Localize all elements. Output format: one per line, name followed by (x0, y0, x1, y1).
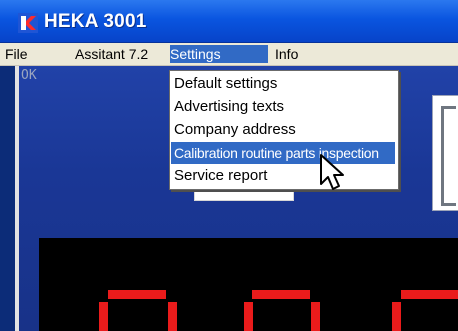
menu-item-company-address[interactable]: Company address (171, 119, 395, 141)
menu-item-calibration-routine[interactable]: Calibration routine parts inspection (171, 142, 395, 164)
menu-assistant[interactable]: Assitant 7.2 (75, 45, 167, 63)
digit-1-left-segment (99, 302, 108, 331)
menu-file[interactable]: File (5, 45, 35, 63)
menu-item-advertising-texts[interactable]: Advertising texts (171, 96, 395, 118)
digit-1-right-segment (168, 302, 177, 331)
menu-item-service-report[interactable]: Service report (171, 165, 395, 187)
menu-info[interactable]: Info (275, 45, 315, 63)
digit-2-right-segment (311, 302, 320, 331)
mouse-pointer-icon (320, 154, 344, 190)
digit-2-top-segment (252, 290, 310, 299)
settings-dropdown-menu: Default settings Advertising texts Compa… (169, 70, 399, 190)
window-title: HEKA 3001 (44, 11, 147, 32)
right-side-widget (432, 95, 458, 211)
menu-bar: File Assitant 7.2 Settings Info (0, 43, 458, 66)
menu-item-default-settings[interactable]: Default settings (171, 73, 395, 95)
title-bar: HEKA 3001 (0, 0, 458, 43)
menu-settings[interactable]: Settings (170, 45, 268, 63)
app-logo-icon (18, 13, 38, 33)
digit-2-left-segment (244, 302, 253, 331)
window-left-frame (0, 66, 19, 331)
digit-1-top-segment (108, 290, 166, 299)
digit-3-left-segment (392, 302, 401, 331)
seven-segment-display (39, 238, 458, 331)
digit-3-top-segment (401, 290, 458, 299)
status-text: OK (21, 68, 37, 83)
